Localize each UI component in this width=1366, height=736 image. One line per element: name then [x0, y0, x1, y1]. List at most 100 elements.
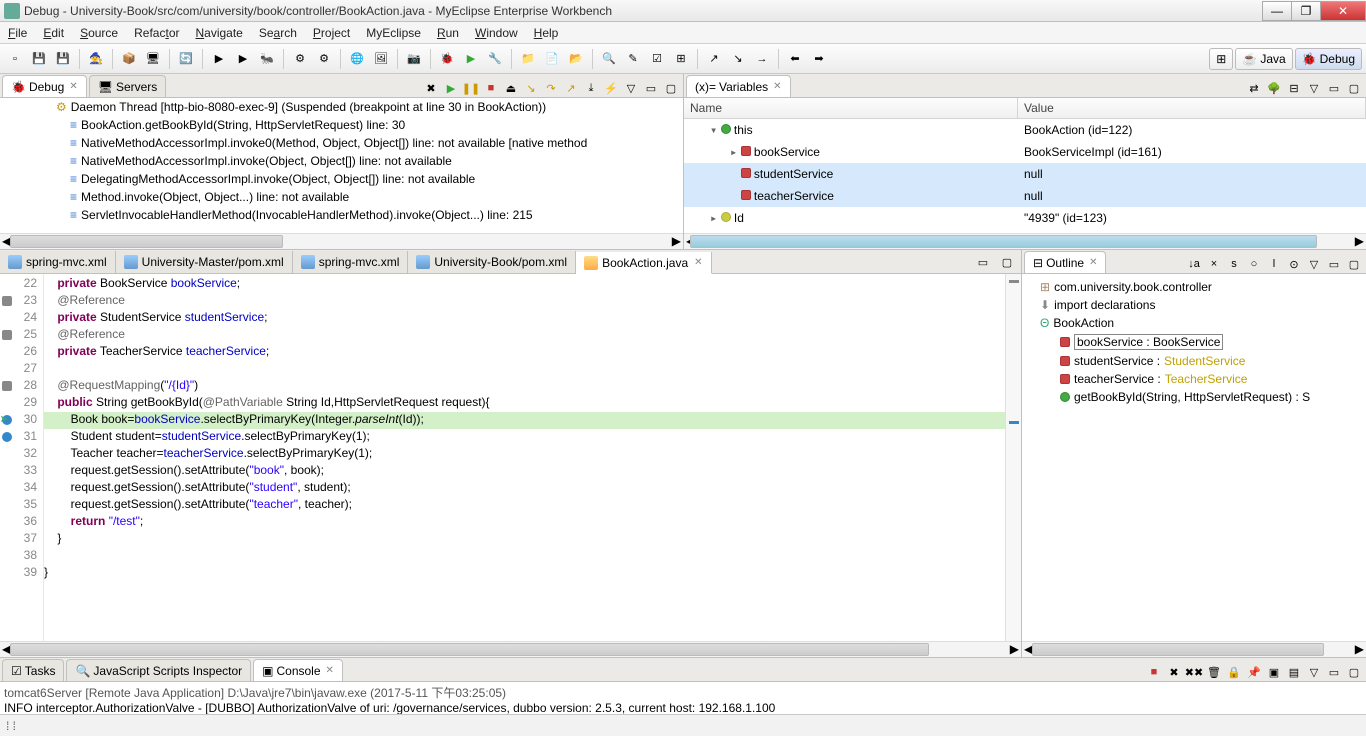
menu-project[interactable]: Project — [305, 26, 358, 40]
editor-tab[interactable]: spring-mvc.xml — [293, 251, 409, 273]
java-perspective-button[interactable]: ☕ Java — [1235, 48, 1292, 70]
stack-frame[interactable]: ≡ NativeMethodAccessorImpl.invoke0(Metho… — [0, 134, 683, 152]
stack-frame[interactable]: ≡ ServletInvocableHandlerMethod(Invocabl… — [0, 206, 683, 224]
outline-item[interactable]: ⬇ import declarations — [1022, 296, 1366, 314]
stack-frame[interactable]: ≡ NativeMethodAccessorImpl.invoke(Object… — [0, 152, 683, 170]
run-as-icon[interactable]: ▶ — [460, 48, 482, 70]
clear-console-icon[interactable]: 🗑 — [1205, 663, 1223, 681]
stack-frame[interactable]: ≡ DelegatingMethodAccessorImpl.invoke(Ob… — [0, 170, 683, 188]
search-icon[interactable]: 🔍 — [598, 48, 620, 70]
scroll-lock-icon[interactable]: 🔒 — [1225, 663, 1243, 681]
editor-tab[interactable]: University-Book/pom.xml — [408, 251, 576, 273]
forward-icon[interactable]: ➡ — [808, 48, 830, 70]
step-over-icon[interactable]: ↷ — [542, 79, 560, 97]
maximize-view-icon[interactable]: ▢ — [1345, 255, 1363, 273]
camera-icon[interactable]: 📷 — [403, 48, 425, 70]
mark-icon[interactable]: ✎ — [622, 48, 644, 70]
minimize-button[interactable]: — — [1262, 1, 1292, 21]
horizontal-scrollbar[interactable]: ◀▶ — [1022, 641, 1366, 657]
server-icon[interactable]: 🖥 — [142, 48, 164, 70]
resume-icon[interactable]: ▶ — [442, 79, 460, 97]
variable-row[interactable]: ▸ bookServiceBookServiceImpl (id=161) — [684, 141, 1366, 163]
focus-icon[interactable]: ⊙ — [1285, 255, 1303, 273]
back-icon[interactable]: ⬅ — [784, 48, 806, 70]
menu-edit[interactable]: Edit — [35, 26, 72, 40]
outline-item[interactable]: Θ BookAction — [1022, 314, 1366, 332]
minimize-view-icon[interactable]: ▭ — [1325, 79, 1343, 97]
browser-icon[interactable]: 🌐 — [346, 48, 368, 70]
new-class-icon[interactable]: 📄 — [541, 48, 563, 70]
hide-fields-icon[interactable]: × — [1205, 255, 1223, 273]
open-perspective-button[interactable]: ⊞ — [1209, 48, 1233, 70]
menu-navigate[interactable]: Navigate — [187, 26, 250, 40]
tab-variables[interactable]: (x)= Variables ✕ — [686, 75, 791, 97]
editor-tab[interactable]: spring-mvc.xml — [0, 251, 116, 273]
menu-refactor[interactable]: Refactor — [126, 26, 187, 40]
view-menu-icon[interactable]: ▽ — [1305, 79, 1323, 97]
stack-frame[interactable]: ≡ BookAction.getBookById(String, HttpSer… — [0, 116, 683, 134]
org-icon[interactable]: ⊞ — [670, 48, 692, 70]
editor-tab[interactable]: University-Master/pom.xml — [116, 251, 293, 273]
open-console-icon[interactable]: ▤ — [1285, 663, 1303, 681]
menu-file[interactable]: File — [0, 26, 35, 40]
remove-all-icon[interactable]: ✖✖ — [1185, 663, 1203, 681]
update-icon[interactable]: 🔄 — [175, 48, 197, 70]
close-button[interactable]: ✕ — [1320, 1, 1366, 21]
outline-item[interactable]: ⊞ com.university.book.controller — [1022, 278, 1366, 296]
ext-tools-icon[interactable]: 🔧 — [484, 48, 506, 70]
minimize-view-icon[interactable]: ▭ — [1325, 663, 1343, 681]
gallery-icon[interactable]: 🖼 — [370, 48, 392, 70]
maximize-view-icon[interactable]: ▢ — [1345, 663, 1363, 681]
code-editor[interactable]: private BookService bookService; @Refere… — [44, 274, 1005, 641]
thread-node[interactable]: ⚙ Daemon Thread [http-bio-8080-exec-9] (… — [0, 98, 683, 116]
maximize-button[interactable]: ❐ — [1291, 1, 1321, 21]
view-menu-icon[interactable]: ▽ — [1305, 663, 1323, 681]
minimize-view-icon[interactable]: ▭ — [642, 79, 660, 97]
outline-item[interactable]: studentService : StudentService — [1022, 352, 1366, 370]
hide-static-icon[interactable]: s — [1225, 255, 1243, 273]
hide-local-icon[interactable]: l — [1265, 255, 1283, 273]
tab-console[interactable]: ▣ Console ✕ — [253, 659, 343, 681]
menu-run[interactable]: Run — [429, 26, 467, 40]
console-output[interactable]: tomcat6Server [Remote Java Application] … — [0, 682, 1366, 714]
horizontal-scrollbar[interactable]: ◀▶ — [0, 641, 1021, 657]
display-console-icon[interactable]: ▣ — [1265, 663, 1283, 681]
terminate-icon[interactable]: ■ — [482, 79, 500, 97]
maximize-view-icon[interactable]: ▢ — [662, 79, 680, 97]
step-icon[interactable]: → — [751, 48, 773, 70]
view-menu-icon[interactable]: ▽ — [1305, 255, 1323, 273]
close-icon[interactable]: ✕ — [326, 665, 334, 676]
menu-search[interactable]: Search — [251, 26, 305, 40]
variable-row[interactable]: studentServicenull — [684, 163, 1366, 185]
hide-nonpublic-icon[interactable]: ○ — [1245, 255, 1263, 273]
menu-help[interactable]: Help — [526, 26, 567, 40]
task-icon[interactable]: ☑ — [646, 48, 668, 70]
step-in-icon[interactable]: ↘ — [727, 48, 749, 70]
minimize-view-icon[interactable]: ▭ — [1325, 255, 1343, 273]
tab-debug[interactable]: 🐞 Debug ✕ — [2, 75, 87, 97]
close-icon[interactable]: ✕ — [69, 81, 77, 92]
gear2-icon[interactable]: ⚙ — [313, 48, 335, 70]
menu-window[interactable]: Window — [467, 26, 526, 40]
deploy-icon[interactable]: 📦 — [118, 48, 140, 70]
new-pkg-icon[interactable]: 📁 — [517, 48, 539, 70]
variable-row[interactable]: ▾ thisBookAction (id=122) — [684, 119, 1366, 141]
step-into-icon[interactable]: ↘ — [522, 79, 540, 97]
minimize-view-icon[interactable]: ▭ — [972, 251, 994, 273]
editor-tab[interactable]: BookAction.java ✕ — [576, 252, 711, 274]
horizontal-scrollbar[interactable]: ◀▶ — [684, 233, 1366, 249]
step-out-icon[interactable]: ↗ — [703, 48, 725, 70]
step-filters-icon[interactable]: ⚡ — [602, 79, 620, 97]
remove-launch-icon[interactable]: ✖ — [1165, 663, 1183, 681]
collapse-all-icon[interactable]: ⊟ — [1285, 79, 1303, 97]
overview-ruler[interactable] — [1005, 274, 1021, 641]
run-icon[interactable]: ▶ — [208, 48, 230, 70]
pin-console-icon[interactable]: 📌 — [1245, 663, 1263, 681]
sort-icon[interactable]: ↓a — [1185, 255, 1203, 273]
debug-icon[interactable]: 🐞 — [436, 48, 458, 70]
step-return-icon[interactable]: ↗ — [562, 79, 580, 97]
menu-source[interactable]: Source — [72, 26, 126, 40]
close-icon[interactable]: ✕ — [773, 81, 781, 92]
tab-tasks[interactable]: ☑ Tasks — [2, 659, 64, 681]
menu-myeclipse[interactable]: MyEclipse — [358, 26, 429, 40]
